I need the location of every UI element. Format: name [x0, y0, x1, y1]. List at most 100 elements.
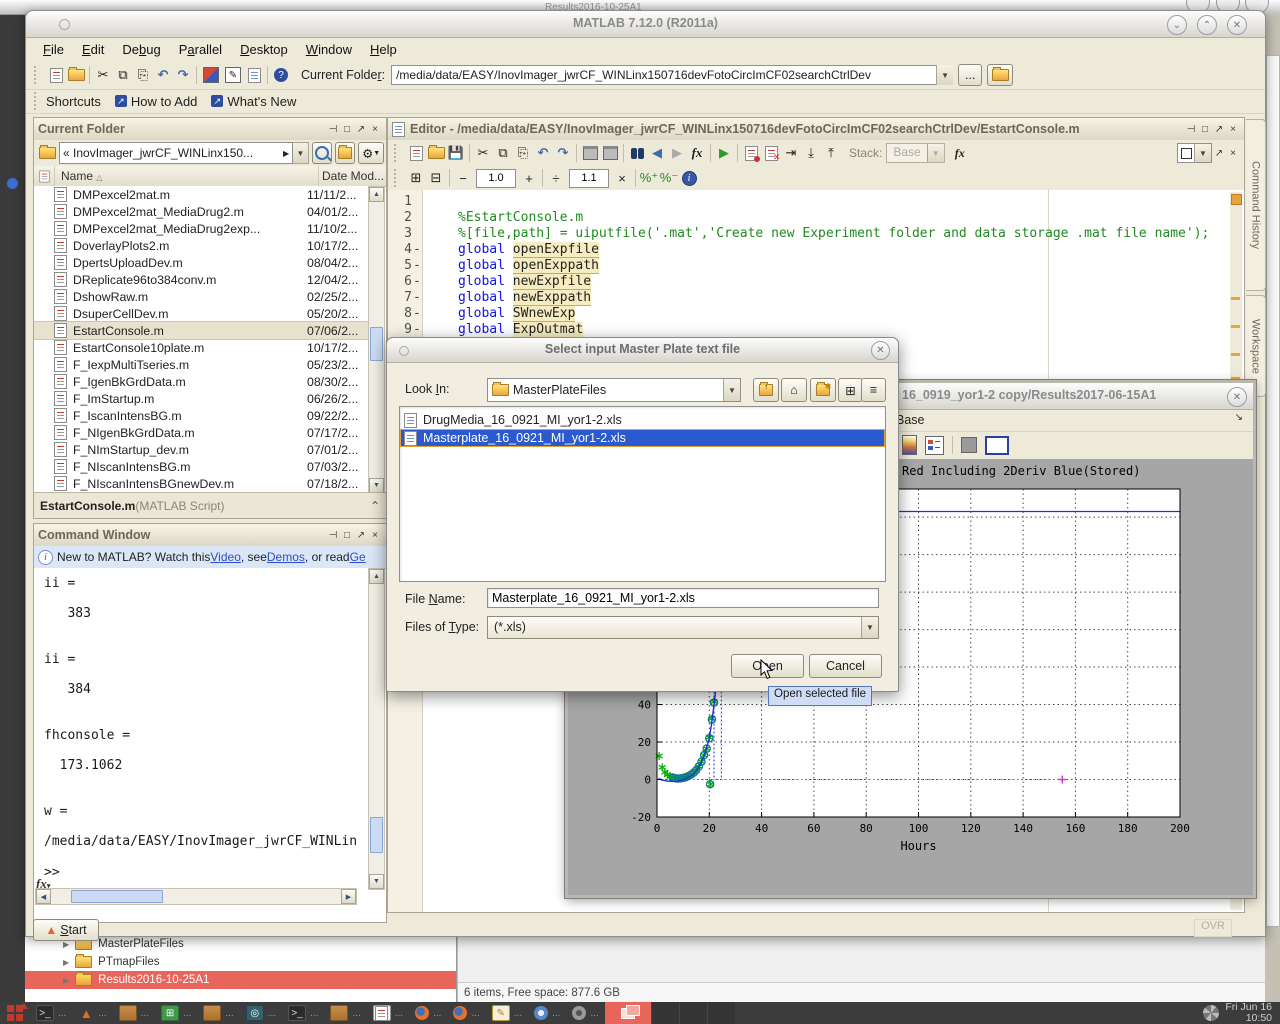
- file-row[interactable]: F_IexpMultiTseries.m05/23/2...: [34, 356, 369, 373]
- look-in-combobox[interactable]: MasterPlateFiles ▼: [487, 378, 741, 402]
- toolbar-print-preview-icon[interactable]: [600, 143, 620, 163]
- taskbar-item-matlab[interactable]: ▲...: [72, 1002, 112, 1024]
- toolbar-simulink-icon[interactable]: [203, 67, 219, 83]
- increase-icon[interactable]: +: [519, 168, 539, 188]
- taskbar-item-appgray[interactable]: ...: [566, 1002, 604, 1024]
- toolbar-clear-breakpoints-icon[interactable]: ✕: [761, 143, 781, 163]
- home-button[interactable]: ⌂: [781, 378, 807, 402]
- code-line[interactable]: 1: [388, 194, 1244, 210]
- scroll-up-icon[interactable]: ▲: [369, 569, 384, 584]
- current-folder-header[interactable]: Current Folder ⊣ □ ↗ ×: [34, 118, 386, 141]
- background-scrollbar[interactable]: [1266, 55, 1280, 927]
- taskbar-item-terminal[interactable]: >_...: [30, 1002, 72, 1024]
- undock-icon[interactable]: ↗: [1212, 122, 1226, 136]
- search-button[interactable]: [312, 142, 332, 164]
- scrollbar-thumb[interactable]: [71, 890, 163, 903]
- browse-folder-button[interactable]: ...: [958, 64, 982, 86]
- fx-icon[interactable]: fx: [955, 146, 965, 161]
- dialog-file-row[interactable]: Masterplate_16_0921_MI_yor1-2.xls: [400, 429, 885, 447]
- menu-window[interactable]: Window: [297, 39, 361, 60]
- toolbar-new-file-icon[interactable]: [406, 143, 426, 163]
- file-row[interactable]: DoverlayPlots2.m10/17/2...: [34, 237, 369, 254]
- toolbar-save-icon[interactable]: 💾: [446, 143, 466, 163]
- taskbar-item-firefox[interactable]: ...: [409, 1002, 447, 1024]
- close-icon[interactable]: ×: [1226, 122, 1240, 136]
- taskbar-item-firefox[interactable]: ...: [447, 1002, 485, 1024]
- console-output[interactable]: ii = 383 ii = 384 fhconsole = 173.1062 w…: [34, 568, 380, 896]
- file-row[interactable]: F_IscanIntensBG.m09/22/2...: [34, 407, 369, 424]
- scroll-right-icon[interactable]: ▶: [341, 889, 356, 904]
- shortcut-how-to-add[interactable]: How to Add: [131, 94, 198, 109]
- multiply-icon[interactable]: ×: [612, 168, 632, 188]
- file-row[interactable]: DMPexcel2mat_MediaDrug2.m04/01/2...: [34, 203, 369, 220]
- taskbar-item-folder[interactable]: ...: [113, 1002, 155, 1024]
- date-column-header[interactable]: Date Mod...: [318, 166, 386, 186]
- close-button[interactable]: ✕: [1227, 387, 1247, 407]
- taskbar-item-terminal[interactable]: >_...: [282, 1002, 324, 1024]
- maximize-icon[interactable]: □: [1198, 122, 1212, 136]
- scrollbar-thumb[interactable]: [370, 817, 383, 853]
- app-launcher-button[interactable]: [0, 1002, 30, 1024]
- toolbar-function-hints-icon[interactable]: fx: [687, 143, 707, 163]
- analyzer-marker[interactable]: [1231, 325, 1240, 328]
- file-row[interactable]: F_NImStartup_dev.m07/01/2...: [34, 441, 369, 458]
- colorbar-icon[interactable]: [985, 436, 1009, 455]
- toolbar-print-icon[interactable]: [580, 143, 600, 163]
- file-name-input[interactable]: [487, 588, 879, 608]
- taskbar-item-document[interactable]: ...: [367, 1002, 409, 1024]
- taskbar-clock[interactable]: Fri Jun 1610:50: [1203, 1002, 1280, 1024]
- matlab-titlebar[interactable]: MATLAB 7.12.0 (R2011a) ⌄ ⌃ ✕: [26, 11, 1265, 38]
- taskbar-active-window[interactable]: [605, 1002, 651, 1024]
- file-row[interactable]: DMPexcel2mat_MediaDrug2exp...11/10/2...: [34, 220, 369, 237]
- actions-gear-button[interactable]: ⚙▼: [358, 142, 384, 164]
- file-row[interactable]: F_NIscanIntensBG.m07/03/2...: [34, 458, 369, 475]
- chevron-right-icon[interactable]: ▶: [283, 149, 289, 158]
- maximize-icon[interactable]: □: [340, 528, 354, 542]
- decrease-icon[interactable]: −: [453, 168, 473, 188]
- up-one-level-button[interactable]: ↑: [753, 378, 779, 402]
- toolbar-copy-icon[interactable]: ⧉: [113, 65, 133, 85]
- dock-icon[interactable]: ⊣: [326, 122, 340, 136]
- file-list-column-headers[interactable]: Name △ Date Mod...: [34, 166, 386, 187]
- insert-cell-icon[interactable]: ⊞: [406, 168, 426, 188]
- collapse-icon[interactable]: ⌃: [370, 499, 380, 513]
- analyzer-marker[interactable]: [1231, 297, 1240, 300]
- stack-combobox[interactable]: Base ▼: [886, 143, 944, 163]
- scroll-left-icon[interactable]: ◀: [36, 889, 51, 904]
- gray-box-icon[interactable]: [961, 437, 977, 453]
- menu-debug[interactable]: Debug: [113, 39, 169, 60]
- layout-combobox[interactable]: ▼: [1177, 143, 1212, 163]
- file-row[interactable]: EstartConsole10plate.m10/17/2...: [34, 339, 369, 356]
- divide-icon[interactable]: ÷: [546, 168, 566, 188]
- shortcut-whats-new[interactable]: What's New: [227, 94, 296, 109]
- tree-item[interactable]: ▶Results2016-10-25A1: [25, 971, 456, 989]
- file-list-scrollbar[interactable]: ▲ ▼: [368, 186, 385, 494]
- file-row[interactable]: DpertsUploadDev.m08/04/2...: [34, 254, 369, 271]
- code-line[interactable]: 3%[file,path] = uiputfile('.mat','Create…: [388, 226, 1244, 242]
- dock-icon[interactable]: ⊣: [326, 528, 340, 542]
- toolbar-forward-icon[interactable]: ▶: [667, 143, 687, 163]
- toolbar-profiler-icon[interactable]: [244, 65, 264, 85]
- dock-arrow-icon[interactable]: ↘: [1235, 412, 1243, 423]
- file-row[interactable]: DshowRaw.m02/25/2...: [34, 288, 369, 305]
- file-row[interactable]: DReplicate96to384conv.m12/04/2...: [34, 271, 369, 288]
- percent-minus-icon[interactable]: %⁻: [659, 168, 679, 188]
- new-folder-button[interactable]: ✱: [810, 378, 836, 402]
- file-row[interactable]: F_ImStartup.m06/26/2...: [34, 390, 369, 407]
- list-view-button[interactable]: ≡: [861, 378, 886, 402]
- taskbar-item-calc[interactable]: ⊞...: [155, 1002, 197, 1024]
- getting-started-link[interactable]: Ge: [350, 550, 366, 564]
- scrollbar-thumb[interactable]: [370, 327, 383, 361]
- command-window-header[interactable]: Command Window ⊣ □ ↗ ×: [34, 524, 386, 547]
- scroll-down-icon[interactable]: ▼: [369, 478, 384, 493]
- grid-view-button[interactable]: ⊞: [838, 378, 863, 402]
- legend-icon[interactable]: [925, 436, 944, 455]
- undock-icon[interactable]: ↗: [1212, 146, 1226, 160]
- code-line[interactable]: 2%EstartConsole.m: [388, 210, 1244, 226]
- up-folder-button[interactable]: [987, 64, 1013, 86]
- editor-header[interactable]: Editor - /media/data/EASY/InovImager_jwr…: [388, 118, 1244, 141]
- minimize-button[interactable]: ⌄: [1167, 15, 1187, 35]
- undock-icon[interactable]: ↗: [354, 122, 368, 136]
- file-row[interactable]: DsuperCellDev.m05/20/2...: [34, 305, 369, 322]
- menu-parallel[interactable]: Parallel: [170, 39, 231, 60]
